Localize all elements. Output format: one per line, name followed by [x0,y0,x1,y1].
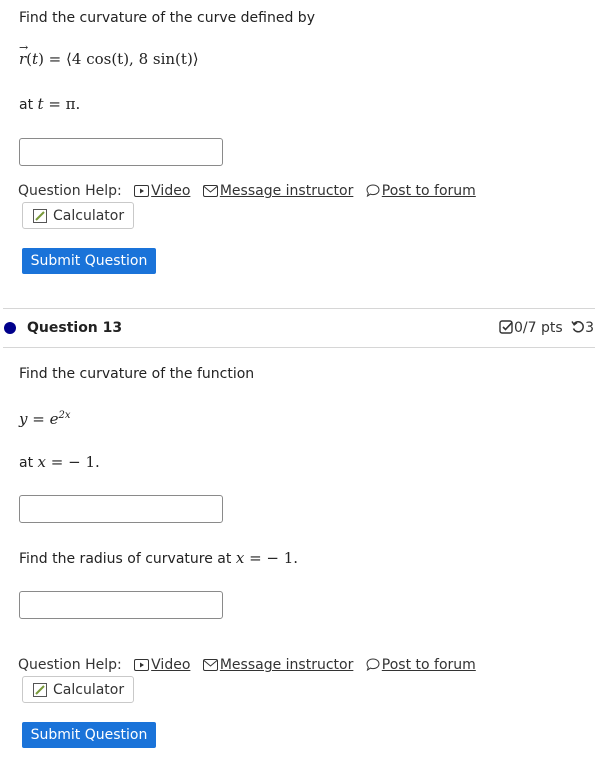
envelope-icon [202,659,218,671]
divider [3,347,595,348]
q12-expression: r → (t) = ⟨4 cos(t), 8 sin(t)⟩ [19,41,199,68]
q13-at-value: − 1. [68,453,100,471]
q13-question-help: Question Help: Video Message instructor … [18,657,476,673]
video-link-label: Video [151,657,191,673]
q13-at-var: x [37,453,46,471]
q13-radius-var: x [235,549,245,567]
question-title: Question 13 [27,320,123,336]
video-icon [134,185,150,197]
envelope-icon [202,185,218,197]
q12-answer-input[interactable] [19,138,223,166]
calculator-icon [33,208,47,223]
message-instructor-label: Message instructor [219,657,354,673]
q13-radius-input[interactable] [19,591,223,619]
checkbox-icon [499,320,513,334]
message-instructor-label: Message instructor [219,183,354,199]
message-instructor-link[interactable]: Message instructor [202,183,354,199]
post-to-forum-link[interactable]: Post to forum [366,657,476,673]
q13-func-exp: 2x [58,410,71,421]
post-to-forum-label: Post to forum [381,657,476,673]
q12-at-value: π. [65,95,81,113]
question-points: 0/7 pts 3 [499,320,594,336]
submit-question-button[interactable]: Submit Question [22,722,156,748]
calculator-icon [33,682,47,697]
attempts-label: 3 [585,320,595,336]
chat-bubble-icon [366,184,380,197]
chat-bubble-icon [366,658,380,671]
submit-question-button[interactable]: Submit Question [22,248,156,274]
q13-radius-prompt: Find the radius of curvature at [19,551,232,567]
calculator-button-label: Calculator [53,207,125,224]
calculator-button[interactable]: Calculator [22,202,134,229]
attempts-indicator: 3 [571,320,594,336]
post-to-forum-label: Post to forum [381,183,476,199]
video-link[interactable]: Video [134,657,190,673]
q13-at-prefix: at [19,455,34,471]
q13-radius-line: Find the radius of curvature at x = − 1. [19,549,299,567]
video-link[interactable]: Video [134,183,190,199]
q12-prompt: Find the curvature of the curve defined … [19,10,315,26]
divider [3,308,595,309]
q12-at-line: at t = π. [19,95,81,113]
q12-question-help: Question Help: Video Message instructor … [18,183,476,199]
q13-func-lhs: y [19,410,28,428]
question-help-label: Question Help: [18,657,122,673]
retry-icon [571,321,585,333]
q13-prompt: Find the curvature of the function [19,366,255,382]
q13-function: y = e2x [19,410,71,428]
q12-at-prefix: at [19,97,34,113]
question-status-dot [4,322,16,334]
q13-curvature-input[interactable] [19,495,223,523]
q12-at-var: t [37,95,44,113]
calculator-button-label: Calculator [53,681,125,698]
post-to-forum-link[interactable]: Post to forum [366,183,476,199]
calculator-button[interactable]: Calculator [22,676,134,703]
video-icon [134,659,150,671]
q13-radius-value: − 1. [266,549,299,567]
q13-at-line: at x = − 1. [19,453,100,471]
q12-expression-rhs: ⟨4 cos(t), 8 sin(t)⟩ [66,50,199,68]
message-instructor-link[interactable]: Message instructor [202,657,354,673]
question-help-label: Question Help: [18,183,122,199]
points-label: 0/7 pts [514,320,563,336]
video-link-label: Video [151,183,191,199]
